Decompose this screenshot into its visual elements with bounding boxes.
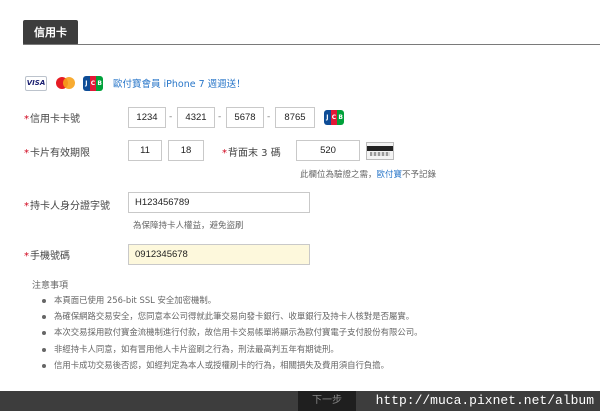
list-item: 為確保網路交易安全，您同意本公司得就此筆交易向發卡銀行、收單銀行及持卡人核對是否… <box>40 308 423 324</box>
list-item: 信用卡成功交易後否認，如經判定為本人或授權刷卡的行為，相關損失及費用須自行負擔。 <box>40 357 423 373</box>
jcb-card-type-icon: J C B <box>324 110 344 125</box>
card-number-separator: - <box>267 112 271 122</box>
expiry-label: *卡片有效期限 <box>24 148 90 159</box>
cvv-label: *背面末 3 碼 <box>222 148 281 159</box>
card-number-label: *信用卡卡號 <box>24 114 80 125</box>
expiry-year-field[interactable] <box>168 140 204 161</box>
phone-label: *手機號碼 <box>24 251 70 262</box>
expiry-month-field[interactable] <box>128 140 162 161</box>
list-item: 非經持卡人同意，如有冒用他人卡片盜刷之行為，刑法最高判五年有期徒刑。 <box>40 341 423 357</box>
card-number-field-3[interactable] <box>226 107 264 128</box>
cvv-field[interactable] <box>296 140 360 161</box>
notes-title: 注意事項 <box>32 281 69 291</box>
card-back-icon <box>366 142 394 160</box>
allpay-link[interactable]: 歐付寶 <box>377 170 403 180</box>
next-step-button[interactable]: 下一步 <box>298 391 356 411</box>
tab-divider <box>23 44 600 45</box>
accepted-cards-row: VISA J C B 歐付寶會員 iPhone 7 週週送！ <box>25 74 246 92</box>
card-number-separator: - <box>218 112 222 122</box>
visa-logo-icon: VISA <box>25 75 47 91</box>
list-item: 本次交易採用歐付寶金流機制進行付款，故信用卡交易帳單將顯示為歐付寶電子支付股份有… <box>40 324 423 340</box>
card-number-field-4[interactable] <box>275 107 315 128</box>
jcb-logo-icon: J C B <box>83 75 103 91</box>
list-item: 本頁面已使用 256-bit SSL 安全加密機制。 <box>40 292 423 308</box>
promo-link[interactable]: 歐付寶會員 iPhone 7 週週送！ <box>113 76 246 90</box>
card-number-separator: - <box>169 112 173 122</box>
cvv-hint: 此欄位為驗證之需，歐付寶不予記錄 <box>300 170 437 180</box>
notes-list: 本頁面已使用 256-bit SSL 安全加密機制。 為確保網路交易安全，您同意… <box>40 292 423 373</box>
card-number-field-1[interactable] <box>128 107 166 128</box>
tab-credit-card[interactable]: 信用卡 <box>23 20 78 45</box>
phone-field[interactable] <box>128 244 310 265</box>
mastercard-logo-icon <box>54 76 76 91</box>
card-number-field-2[interactable] <box>177 107 215 128</box>
watermark: http://muca.pixnet.net/album <box>367 391 594 411</box>
id-number-hint: 為保障持卡人權益，避免盜刷 <box>133 221 244 231</box>
id-number-label: *持卡人身分證字號 <box>24 201 110 212</box>
id-number-field[interactable] <box>128 192 310 213</box>
